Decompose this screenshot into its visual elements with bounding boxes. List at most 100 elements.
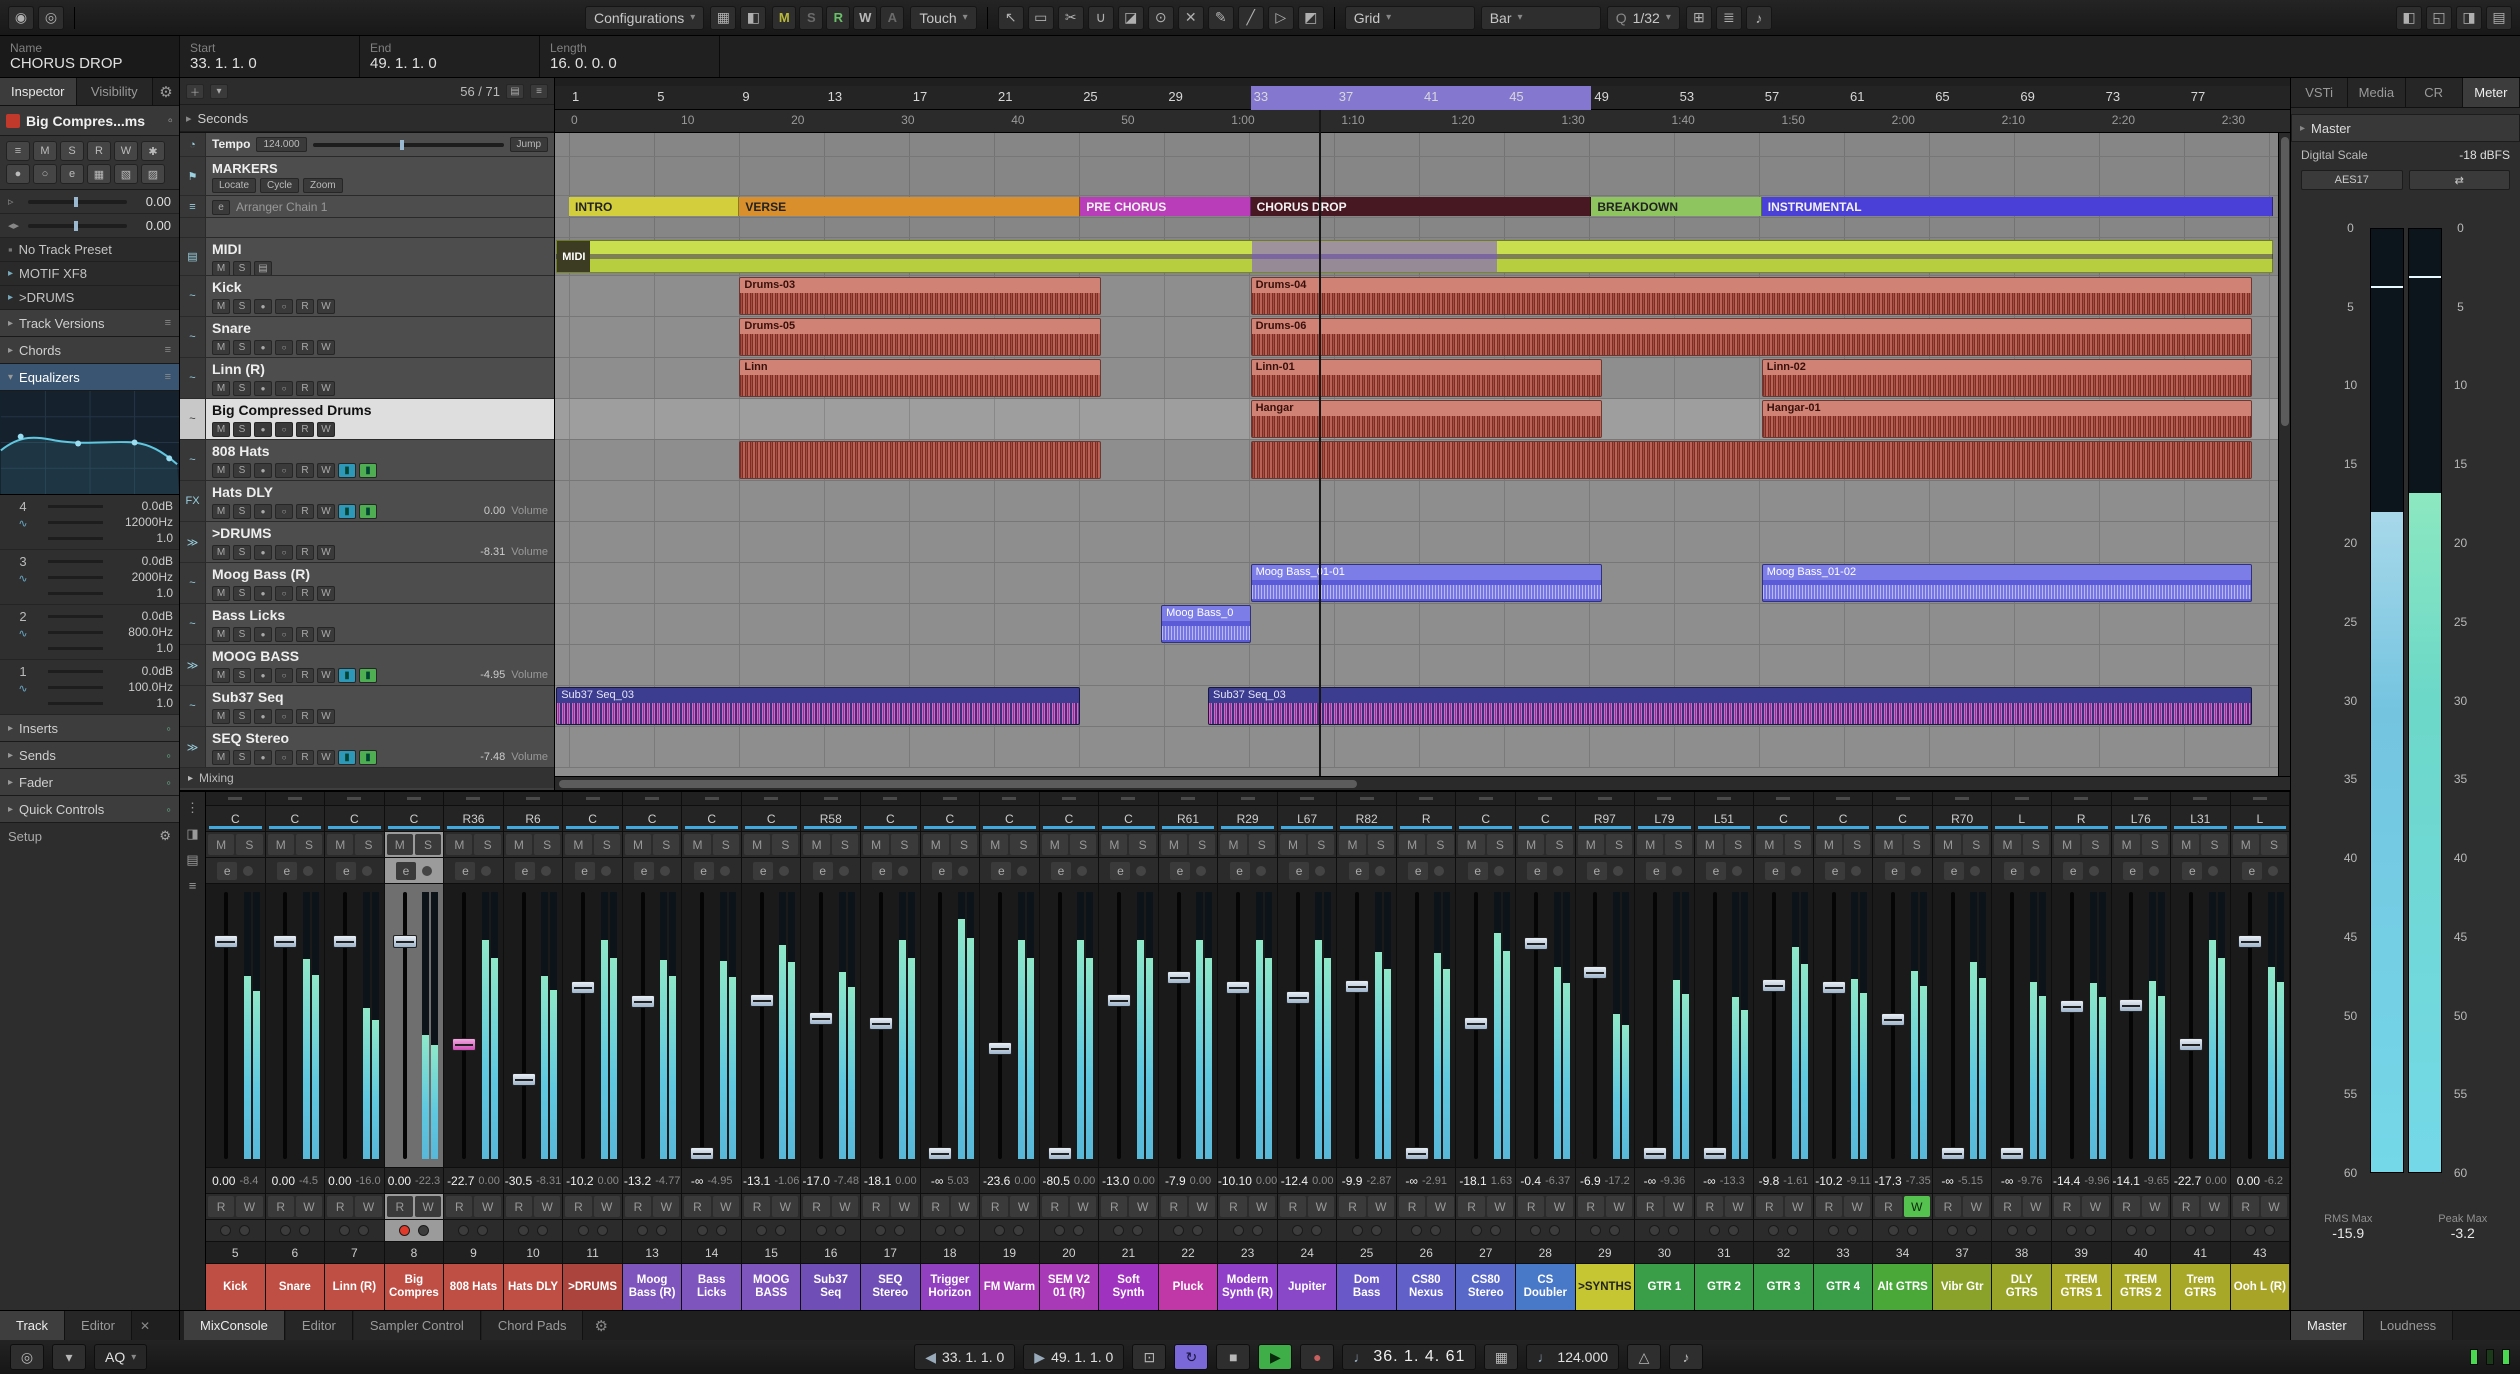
mute-button[interactable]: M — [212, 380, 230, 396]
solo-button[interactable]: S — [1486, 834, 1514, 855]
channel-level-readout[interactable]: -17.3 -7.35 — [1873, 1168, 1932, 1194]
read-button[interactable]: R — [1160, 1196, 1188, 1217]
read-button[interactable]: R — [296, 380, 314, 396]
track-list-settings-icon[interactable]: ≡ — [530, 83, 548, 99]
edit-channel-button[interactable]: e — [1527, 861, 1548, 880]
audio-clip[interactable]: Linn-01 — [1250, 359, 1603, 397]
monitor-button[interactable] — [2144, 1225, 2156, 1236]
channel-name[interactable]: DLY GTRS — [1992, 1264, 2051, 1310]
record-arm-button[interactable]: ● — [254, 503, 272, 519]
channel-level-readout[interactable]: -22.7 0.00 — [2171, 1168, 2230, 1194]
monitor-button[interactable] — [417, 1225, 429, 1236]
channel-name[interactable]: Ooh L (R) — [2230, 1264, 2290, 1310]
mixer-zones-icon[interactable]: ◨ — [186, 826, 198, 842]
inserts-state-button[interactable]: ▮ — [338, 667, 356, 683]
read-button[interactable]: R — [296, 462, 314, 478]
routing-field-1[interactable]: ▸ >DRUMS — [0, 286, 179, 310]
infoline-field-name[interactable]: Name CHORUS DROP — [0, 36, 180, 77]
infoline-field-length[interactable]: Length 16. 0. 0. 0 — [540, 36, 720, 77]
pan-control[interactable]: R — [1396, 806, 1456, 832]
range-tool-icon[interactable]: ▭ — [1027, 5, 1054, 30]
eq-gain-value[interactable]: 0.0dB — [109, 664, 173, 678]
eq-q-value[interactable]: 1.0 — [109, 586, 173, 600]
mute-button[interactable]: M — [212, 749, 230, 765]
record-arm-button[interactable] — [518, 1225, 529, 1236]
read-button[interactable]: R — [296, 667, 314, 683]
eq-freq-slider[interactable] — [48, 630, 103, 634]
zoom-tool-icon[interactable]: ⊙ — [1147, 5, 1174, 30]
eq-band-3[interactable]: 3 ∿ 0.0dB 2000Hz 1.0 — [0, 550, 179, 605]
arranger-section-verse[interactable]: VERSE — [739, 197, 1081, 216]
mute-button[interactable]: M — [743, 834, 771, 855]
monitor-button[interactable] — [1370, 1225, 1382, 1236]
channel-name[interactable]: >DRUMS — [563, 1264, 622, 1310]
fader-area[interactable] — [2051, 884, 2111, 1168]
channel-name[interactable]: Vibr Gtr — [1932, 1264, 1992, 1310]
channel-drag-handle[interactable] — [1158, 792, 1218, 806]
write-button[interactable]: W — [653, 1196, 680, 1217]
tab-editor[interactable]: Editor — [285, 1311, 353, 1340]
inspector-section-chords[interactable]: ▸ Chords ≡ — [0, 337, 179, 364]
track-row-tempo[interactable]: ◔ Tempo 124.000 Jump — [180, 133, 554, 157]
lane-big-compressed-drums[interactable]: Hangar Hangar-01 — [555, 399, 2290, 440]
eq-freq-value[interactable]: 100.0Hz — [109, 680, 173, 694]
monitor-button[interactable] — [1668, 1225, 1680, 1236]
audio-clip[interactable]: Linn — [739, 359, 1102, 397]
channel-level-readout[interactable]: -∞ -4.95 — [682, 1168, 741, 1194]
read-button[interactable]: R — [2232, 1196, 2259, 1217]
channel-level-readout[interactable]: -30.5 -8.31 — [503, 1168, 563, 1194]
audio-clip[interactable]: Sub37 Seq_03 — [1208, 687, 2252, 725]
write-button[interactable]: W — [1546, 1196, 1573, 1217]
monitor-button[interactable] — [953, 1225, 965, 1236]
solo-button[interactable]: S — [1546, 834, 1573, 855]
channel-name[interactable]: CS80 Nexus — [1396, 1264, 1456, 1310]
draw-tool-icon[interactable]: ✎ — [1207, 5, 1234, 30]
record-arm-button[interactable] — [1947, 1225, 1959, 1236]
read-button[interactable]: R — [684, 1196, 711, 1217]
mixer-menu-icon[interactable]: ⋮ — [186, 800, 199, 816]
read-button[interactable]: R — [2173, 1196, 2200, 1217]
mute-button[interactable]: M — [212, 260, 230, 275]
fader-cap[interactable] — [2178, 1037, 2203, 1051]
channel-drag-handle[interactable] — [682, 792, 741, 806]
pan-control[interactable]: R29 — [1218, 806, 1277, 832]
mute-button[interactable]: M — [212, 544, 230, 560]
mixer-channel-dom-bass[interactable]: R82 M Se -9.9 -2.87 R W 25 Dom Bass — [1337, 792, 1397, 1310]
mute-button[interactable]: M — [1339, 834, 1366, 855]
track-row-kick[interactable]: ~ Kick M S ● ○ R W — [180, 276, 554, 317]
channel-drag-handle[interactable] — [980, 792, 1039, 806]
record-arm-button[interactable] — [1470, 1225, 1482, 1236]
eq-band-shape-icon[interactable]: ∿ — [18, 627, 27, 640]
fader-cap[interactable] — [1881, 1013, 1906, 1027]
fader-area[interactable] — [1932, 884, 1992, 1168]
monitor-button[interactable]: ○ — [275, 298, 293, 314]
solo-button[interactable]: S — [2141, 834, 2169, 855]
mixer-channel-trem-gtrs[interactable]: L31 M Se -22.7 0.00 R W 41 Trem GTRS — [2171, 792, 2231, 1310]
fader-cap[interactable] — [1345, 979, 1370, 993]
fader-cap[interactable] — [928, 1147, 953, 1161]
read-button[interactable]: R — [296, 749, 314, 765]
edit-channel-button[interactable]: e — [395, 861, 416, 880]
monitor-button[interactable]: ○ — [275, 626, 293, 642]
tab-sampler-control[interactable]: Sampler Control — [353, 1311, 481, 1340]
aes17-button[interactable]: AES17 — [2301, 170, 2403, 190]
pan-control[interactable]: L — [2230, 806, 2290, 832]
monitor-button[interactable] — [1013, 1225, 1025, 1236]
section-menu-icon[interactable]: ≡ — [165, 344, 171, 356]
channel-drag-handle[interactable] — [1456, 792, 1516, 806]
mixer-channel-modern-synth-r-[interactable]: R29 M Se -10.10 0.00 R W 23 Modern Synth (R) — [1218, 792, 1278, 1310]
solo-button[interactable]: S — [2201, 834, 2228, 855]
fader-area[interactable] — [1635, 884, 1694, 1168]
fader-cap[interactable] — [988, 1041, 1012, 1055]
scroll-thumb[interactable] — [559, 780, 1358, 788]
rms-max-readout[interactable]: RMS Max -15.9 — [2291, 1213, 2406, 1241]
channel-level-readout[interactable]: -10.2 -9.11 — [1813, 1168, 1873, 1194]
eq-gain-slider[interactable] — [48, 504, 103, 508]
record-arm-button[interactable] — [994, 1225, 1006, 1236]
channel-level-readout[interactable]: -∞ -5.15 — [1932, 1168, 1992, 1194]
fader-cap[interactable] — [1762, 979, 1787, 993]
solo-button[interactable]: S — [474, 834, 501, 855]
record-arm-button[interactable] — [220, 1225, 232, 1236]
fader-area[interactable] — [1694, 884, 1754, 1168]
edit-channel-button[interactable]: e — [2241, 861, 2262, 880]
